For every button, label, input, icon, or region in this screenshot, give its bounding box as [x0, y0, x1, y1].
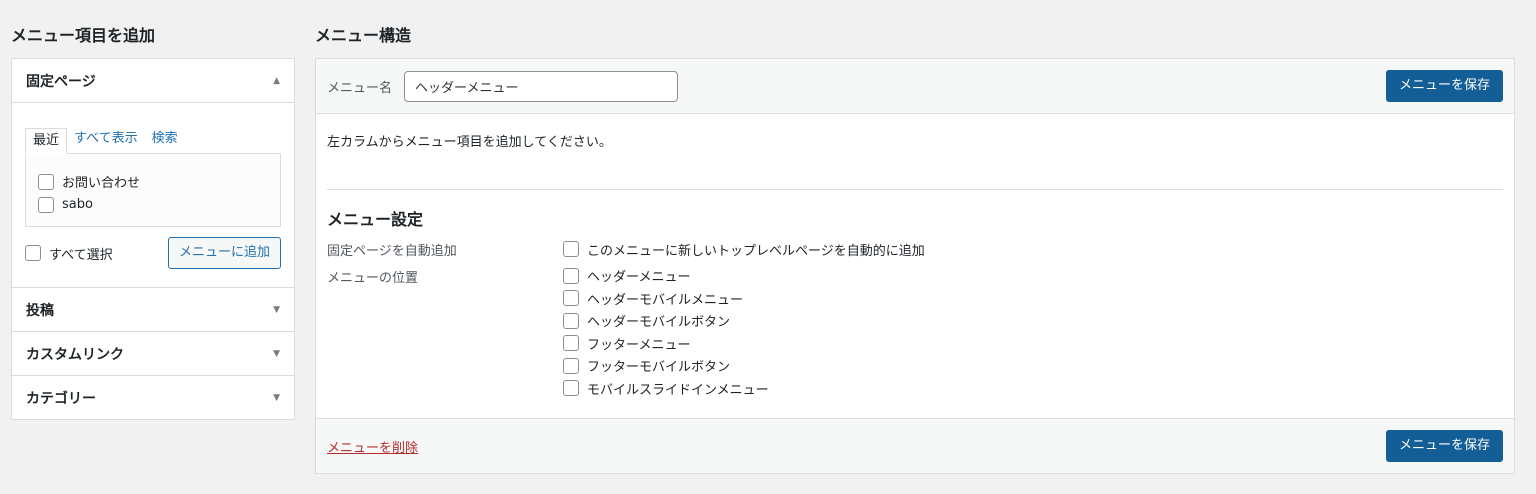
accordion-title-pages: 固定ページ [26, 73, 96, 90]
location-checkbox-mobile-slidein-menu[interactable] [563, 380, 579, 397]
accordion-section-categories: カテゴリー ▼ [12, 376, 294, 419]
location-checkbox-footer-mobile-button[interactable] [563, 357, 579, 374]
add-to-menu-button[interactable]: メニューに追加 [167, 237, 281, 269]
menu-structure-panel: メニュー名 メニューを保存 左カラムからメニュー項目を追加してください。 メニュ… [315, 58, 1515, 474]
menu-name-label: メニュー名 [327, 80, 393, 96]
menu-settings-title: メニュー設定 [327, 210, 424, 229]
accordion-section-custom-links: カスタムリンク ▼ [12, 332, 294, 376]
tab-view-all[interactable]: すべて表示 [67, 127, 145, 153]
page-label-contact: お問い合わせ [62, 176, 141, 191]
location-label: ヘッダーメニュー [587, 270, 691, 286]
divider [327, 189, 1503, 190]
add-menu-items-heading: メニュー項目を追加 [11, 26, 156, 45]
accordion-toggle-categories[interactable]: カテゴリー ▼ [12, 376, 294, 419]
accordion-toggle-posts[interactable]: 投稿 ▼ [12, 288, 294, 331]
arrow-down-icon: ▼ [273, 304, 280, 315]
accordion-title-custom-links: カスタムリンク [26, 346, 124, 363]
location-item: ヘッダーメニュー [563, 265, 769, 288]
accordion-title-posts: 投稿 [26, 302, 54, 319]
accordion-toggle-custom-links[interactable]: カスタムリンク ▼ [12, 332, 294, 375]
page-checkbox-sabo[interactable] [38, 196, 54, 213]
location-options: ヘッダーメニュー ヘッダーモバイルメニュー ヘッダーモバイルボタン フッターメニ… [563, 265, 769, 400]
arrow-up-icon: ▲ [273, 75, 280, 86]
location-checkbox-header-menu[interactable] [563, 267, 579, 284]
accordion-section-posts: 投稿 ▼ [12, 288, 294, 332]
menu-footer: メニューを削除 メニューを保存 [316, 418, 1514, 473]
auto-add-option-label: このメニューに新しいトップレベルページを自動的に追加 [587, 243, 925, 259]
select-all-checkbox[interactable] [25, 245, 41, 261]
pages-panel: 最近 すべて表示 検索 お問い合わせ sabo すべて選択 メニューに追加 [12, 102, 294, 287]
arrow-down-icon: ▼ [273, 392, 280, 403]
select-all-label: すべて選択 [49, 247, 113, 263]
menu-name-input[interactable] [404, 70, 679, 102]
pages-tabs: 最近 すべて表示 検索 [25, 127, 281, 154]
tab-recent[interactable]: 最近 [25, 128, 68, 154]
location-checkbox-footer-menu[interactable] [563, 335, 579, 352]
location-row: メニューの位置 ヘッダーメニュー ヘッダーモバイルメニュー ヘッダーモバイルボタ… [327, 265, 1503, 400]
select-add-row: すべて選択 メニューに追加 [25, 237, 281, 269]
location-label: フッターモバイルボタン [587, 360, 731, 376]
location-checkbox-header-mobile-button[interactable] [563, 312, 579, 329]
location-label: フッターメニュー [587, 337, 691, 353]
auto-add-label: 固定ページを自動追加 [327, 244, 457, 259]
menu-structure-heading: メニュー構造 [315, 26, 412, 45]
menu-location-label: メニューの位置 [327, 270, 419, 286]
menu-instructions: 左カラムからメニュー項目を追加してください。 [327, 135, 612, 150]
accordion-title-categories: カテゴリー [26, 390, 96, 407]
menu-body: 左カラムからメニュー項目を追加してください。 メニュー設定 固定ページを自動追加… [316, 131, 1514, 400]
location-label: ヘッダーモバイルボタン [587, 315, 731, 331]
list-item: お問い合わせ [38, 170, 268, 193]
recent-pages-list: お問い合わせ sabo [25, 153, 281, 227]
arrow-down-icon: ▼ [273, 348, 280, 359]
page-checkbox-contact[interactable] [38, 173, 54, 190]
location-label: ヘッダーモバイルメニュー [587, 292, 744, 308]
location-item: モバイルスライドインメニュー [563, 377, 769, 400]
accordion-section-pages: 固定ページ ▲ 最近 すべて表示 検索 お問い合わせ sabo すべて選択 メニ… [12, 59, 294, 288]
delete-menu-link[interactable]: メニューを削除 [327, 437, 418, 456]
select-all: すべて選択 [25, 242, 113, 265]
tab-search[interactable]: 検索 [145, 127, 185, 153]
accordion-toggle-pages[interactable]: 固定ページ ▲ [12, 59, 294, 102]
auto-add-checkbox[interactable] [563, 241, 579, 258]
location-item: フッターモバイルボタン [563, 355, 769, 378]
location-item: フッターメニュー [563, 332, 769, 355]
location-item: ヘッダーモバイルメニュー [563, 287, 769, 310]
accordion: 固定ページ ▲ 最近 すべて表示 検索 お問い合わせ sabo すべて選択 メニ… [11, 58, 295, 420]
list-item: sabo [38, 193, 268, 216]
add-menu-items-panel: 固定ページ ▲ 最近 すべて表示 検索 お問い合わせ sabo すべて選択 メニ… [11, 58, 295, 420]
save-menu-button-top[interactable]: メニューを保存 [1385, 70, 1503, 102]
auto-add-options: このメニューに新しいトップレベルページを自動的に追加 [563, 238, 925, 261]
location-item: ヘッダーモバイルボタン [563, 310, 769, 333]
auto-add-row: 固定ページを自動追加 このメニューに新しいトップレベルページを自動的に追加 [327, 238, 1503, 261]
page-label-sabo: sabo [62, 197, 93, 212]
save-menu-button-bottom[interactable]: メニューを保存 [1385, 430, 1503, 462]
location-label: モバイルスライドインメニュー [587, 382, 769, 398]
location-checkbox-header-mobile-menu[interactable] [563, 290, 579, 307]
menu-header: メニュー名 メニューを保存 [316, 59, 1514, 114]
auto-add-option: このメニューに新しいトップレベルページを自動的に追加 [563, 238, 925, 261]
